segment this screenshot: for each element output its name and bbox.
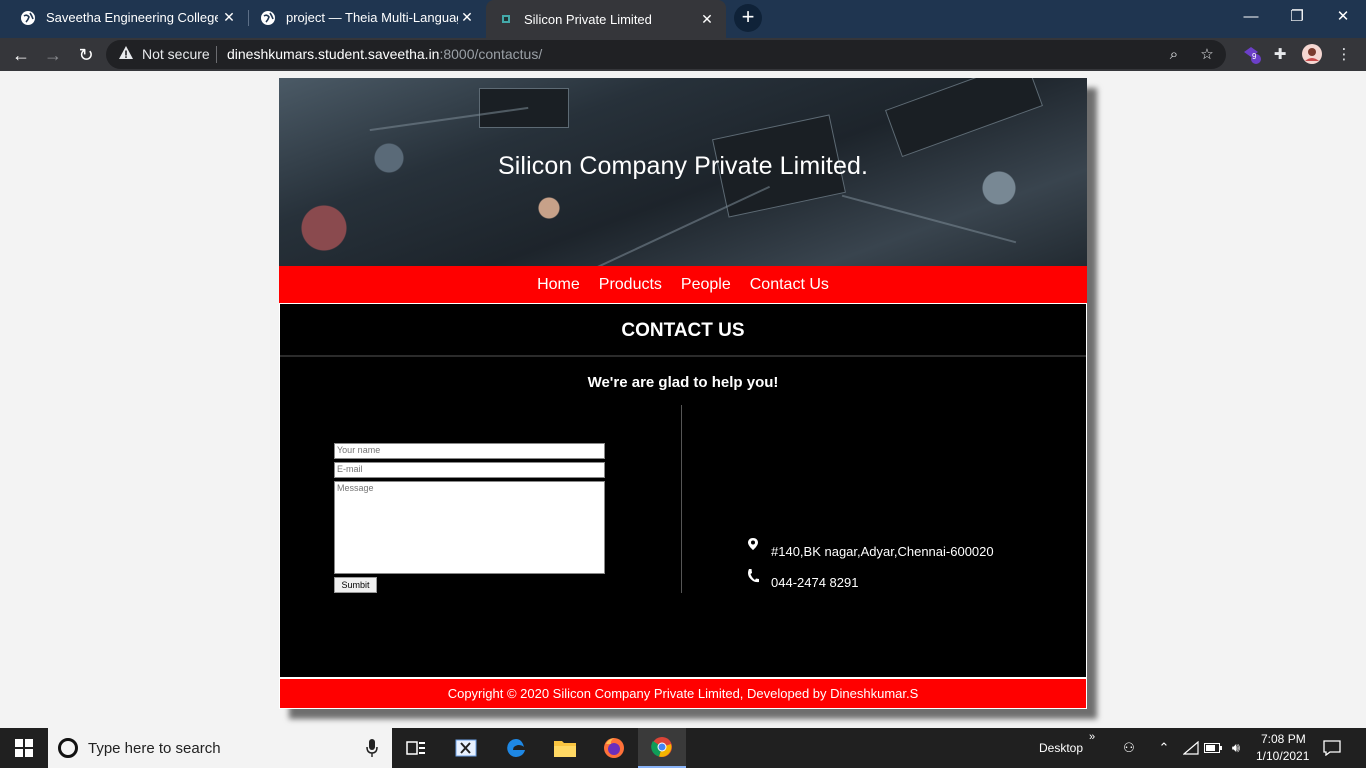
nav-contact-us[interactable]: Contact Us — [750, 276, 829, 294]
globe-icon — [20, 10, 36, 26]
nav-home[interactable]: Home — [537, 276, 580, 294]
edge-browser-icon[interactable] — [492, 728, 540, 768]
microphone-icon[interactable] — [366, 739, 378, 757]
banner-title: Silicon Company Private Limited. — [497, 152, 869, 180]
reload-icon[interactable]: ↻ — [73, 42, 99, 68]
task-view-icon[interactable] — [392, 728, 440, 768]
email-field[interactable] — [334, 462, 605, 478]
new-tab-button[interactable]: + — [734, 4, 762, 32]
security-status[interactable]: Not secure — [142, 46, 210, 62]
browser-toolbar: ← → ↻ Not secure dineshkumars.student.sa… — [0, 38, 1366, 71]
address-bar[interactable]: Not secure dineshkumars.student.saveetha… — [106, 40, 1226, 69]
zoom-search-icon[interactable]: ⌕ — [1164, 44, 1184, 64]
windows-taskbar: Type here to search Desktop » ⚇ ⌃ 🔊︎ 7:0… — [0, 728, 1366, 768]
restore-icon[interactable]: ❐ — [1274, 0, 1320, 32]
browser-menu-icon[interactable]: ⋮ — [1332, 42, 1356, 66]
location-pin-icon — [748, 538, 758, 550]
snipping-tool-icon[interactable] — [442, 728, 490, 768]
chip-favicon-icon — [498, 11, 514, 27]
tab-saveetha[interactable]: Saveetha Engineering College ✕ — [8, 0, 248, 35]
firefox-icon[interactable] — [590, 728, 638, 768]
url-path: :8000/contactus/ — [439, 46, 543, 62]
banner-image: Silicon Company Private Limited. — [279, 78, 1087, 266]
notification-icon[interactable] — [1322, 738, 1342, 758]
phone-text: 044-2474 8291 — [771, 575, 859, 590]
clock-date[interactable]: 1/10/2021 — [1256, 749, 1309, 763]
column-divider — [681, 405, 682, 593]
footer: Copyright © 2020 Silicon Company Private… — [279, 678, 1087, 709]
battery-icon[interactable] — [1203, 738, 1223, 758]
people-icon[interactable]: ⚇ — [1119, 738, 1139, 758]
tab-theia[interactable]: project — Theia Multi-Language ✕ — [248, 0, 486, 35]
tab-title: Saveetha Engineering College — [46, 10, 218, 25]
tab-silicon[interactable]: Silicon Private Limited ✕ — [486, 0, 726, 38]
omnibox-divider — [216, 46, 217, 63]
volume-icon[interactable]: 🔊︎ — [1226, 738, 1246, 758]
submit-button[interactable]: Sumbit — [334, 577, 377, 593]
wifi-icon[interactable] — [1181, 738, 1201, 758]
clock-time[interactable]: 7:08 PM — [1261, 732, 1306, 746]
tab-title: Silicon Private Limited — [524, 11, 652, 27]
circuit-trace — [587, 185, 771, 266]
browser-tab-strip: Saveetha Engineering College ✕ project —… — [0, 0, 1366, 38]
close-icon[interactable]: ✕ — [458, 8, 476, 26]
contact-section: CONTACT US We're are glad to help you! S… — [279, 303, 1087, 678]
url-host: dineshkumars.student.saveetha.in — [227, 46, 440, 62]
desktop-toolbar-label[interactable]: Desktop — [1039, 741, 1083, 755]
extension-badge-icon[interactable]: 9 — [1239, 42, 1263, 66]
toolbar-chevron-icon[interactable]: » — [1089, 731, 1095, 743]
minimize-icon[interactable]: — — [1228, 0, 1274, 32]
windows-start-icon[interactable] — [0, 728, 48, 768]
site-container: Silicon Company Private Limited. Home Pr… — [279, 78, 1087, 709]
main-nav: Home Products People Contact Us — [279, 266, 1087, 303]
nav-products[interactable]: Products — [599, 276, 662, 294]
globe-icon — [260, 10, 276, 26]
circuit-chip — [884, 78, 1044, 158]
bookmark-star-icon[interactable]: ☆ — [1197, 44, 1217, 64]
back-arrow-icon[interactable]: ← — [8, 42, 34, 68]
extensions-puzzle-icon[interactable]: ✚ — [1268, 42, 1292, 66]
forward-arrow-icon[interactable]: → — [40, 42, 66, 68]
close-icon[interactable]: ✕ — [220, 8, 238, 26]
close-icon[interactable]: ✕ — [698, 10, 716, 28]
chrome-icon[interactable] — [638, 728, 686, 768]
name-field[interactable] — [334, 443, 605, 459]
address-text: #140,BK nagar,Adyar,Chennai-600020 — [771, 544, 994, 559]
tab-title: project — Theia Multi-Language — [286, 10, 458, 25]
url-text[interactable]: dineshkumars.student.saveetha.in:8000/co… — [227, 46, 542, 62]
phone-icon — [748, 569, 759, 583]
file-explorer-icon[interactable] — [541, 728, 589, 768]
taskbar-search-input[interactable]: Type here to search — [48, 728, 392, 768]
chevron-up-icon[interactable]: ⌃ — [1154, 738, 1174, 758]
close-window-icon[interactable]: ✕ — [1320, 0, 1366, 32]
cortana-circle-icon — [58, 738, 78, 758]
heading-divider — [280, 355, 1086, 357]
search-placeholder: Type here to search — [88, 740, 221, 757]
page-title: CONTACT US — [621, 320, 745, 341]
warning-icon — [119, 46, 133, 59]
nav-people[interactable]: People — [681, 276, 731, 294]
extension-badge-count: 9 — [1252, 52, 1257, 61]
contact-subheading: We're are glad to help you! — [587, 374, 779, 391]
circuit-trace — [841, 194, 1017, 244]
profile-avatar[interactable] — [1300, 42, 1324, 66]
message-field[interactable] — [334, 481, 605, 574]
